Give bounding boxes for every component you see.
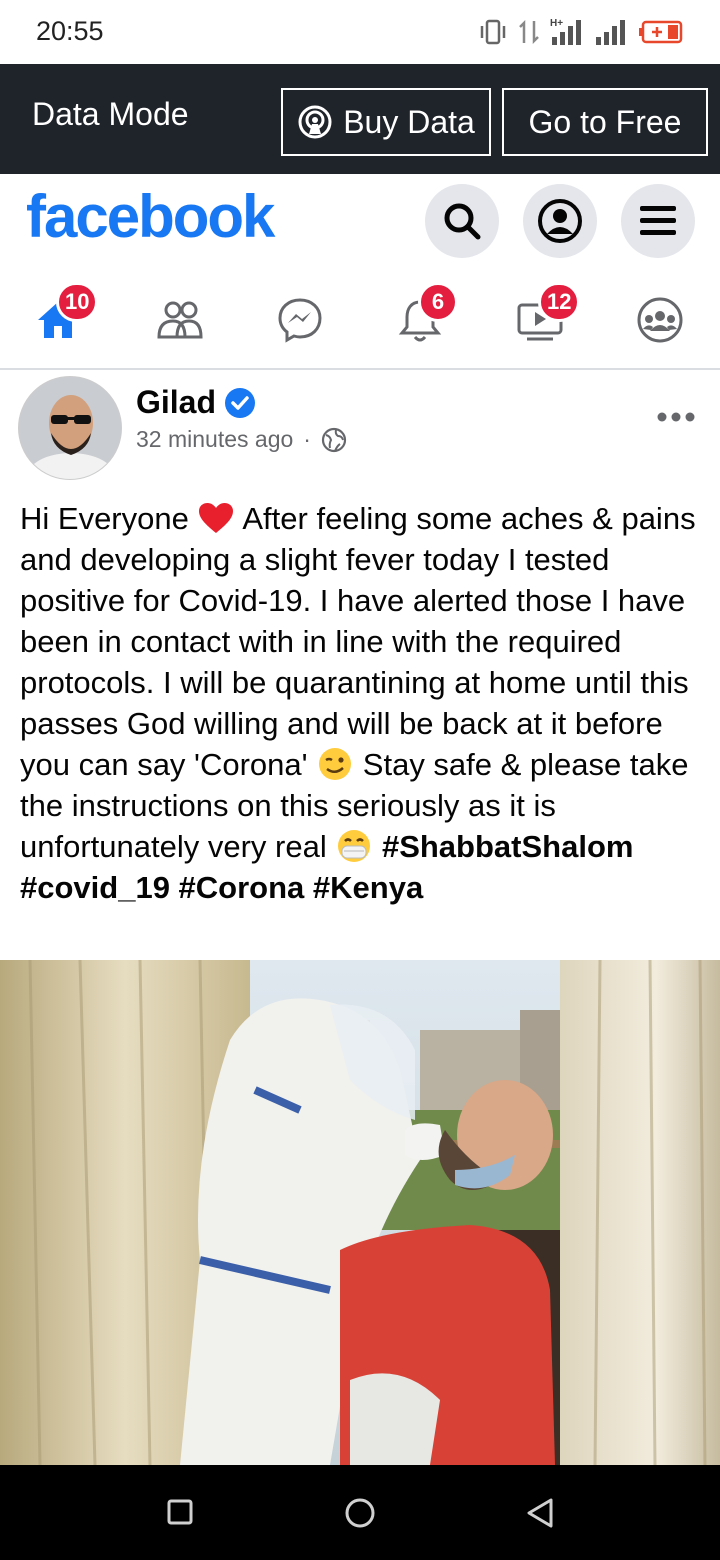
post-meta: 32 minutes ago · <box>136 426 347 453</box>
data-transfer-icon <box>519 19 539 45</box>
search-icon <box>444 203 481 240</box>
red-heart-emoji-icon <box>199 503 234 533</box>
svg-text:H+: H+ <box>550 18 563 29</box>
back-triangle-icon[interactable] <box>525 1497 555 1529</box>
profile-icon <box>538 199 582 243</box>
author-avatar[interactable] <box>18 376 122 480</box>
broadcast-icon <box>298 105 332 139</box>
post-timestamp[interactable]: 32 minutes ago <box>136 426 293 453</box>
messenger-icon <box>278 298 322 343</box>
menu-button[interactable] <box>621 184 695 258</box>
post-options-button[interactable] <box>656 394 696 431</box>
system-navigation-bar <box>0 1465 720 1560</box>
recent-apps-icon[interactable] <box>167 1499 193 1525</box>
groups-icon <box>637 297 683 343</box>
facebook-logo[interactable]: facebook <box>26 182 275 251</box>
notifications-badge: 6 <box>418 282 458 322</box>
author-name-row: Gilad <box>136 384 256 421</box>
tab-home[interactable]: 10 <box>28 282 99 350</box>
home-badge: 10 <box>56 282 99 322</box>
watch-badge: 12 <box>538 282 581 322</box>
buy-data-button[interactable]: Buy Data <box>281 88 491 156</box>
author-name[interactable]: Gilad <box>136 384 216 421</box>
status-icons: H+ <box>478 16 684 48</box>
post-photo[interactable] <box>0 960 720 1465</box>
post-photo-image <box>0 960 720 1465</box>
search-button[interactable] <box>425 184 499 258</box>
more-dots-icon <box>657 412 695 422</box>
vibrate-icon <box>480 19 506 45</box>
signal-h-plus-icon: H+ <box>550 18 581 45</box>
tab-friends[interactable] <box>150 290 210 350</box>
go-to-free-button[interactable]: Go to Free <box>502 88 708 156</box>
globe-icon <box>321 427 347 452</box>
hamburger-menu-icon <box>640 206 676 235</box>
avatar-image <box>19 377 121 479</box>
home-circle-icon[interactable] <box>344 1497 376 1529</box>
data-mode-label: Data Mode <box>32 96 189 132</box>
tab-messenger[interactable] <box>270 290 330 350</box>
battery-icon <box>639 20 683 44</box>
tab-groups[interactable] <box>630 290 690 350</box>
go-to-free-label: Go to Free <box>528 103 682 140</box>
tab-watch[interactable]: 12 <box>510 282 581 350</box>
status-bar: 20:55 H+ <box>0 0 720 64</box>
post-text-part-1: Hi Everyone <box>20 501 198 536</box>
friends-icon <box>157 301 203 339</box>
meta-separator: · <box>303 426 311 452</box>
profile-button[interactable] <box>523 184 597 258</box>
buy-data-label: Buy Data <box>343 103 475 140</box>
signal-icon <box>596 20 625 45</box>
post-body: Hi Everyone After feeling some aches & p… <box>20 498 710 908</box>
data-mode-bar: Data Mode Buy Data Go to Free <box>0 64 720 174</box>
post-header: Gilad 32 minutes ago · <box>0 372 720 492</box>
tab-notifications[interactable]: 6 <box>390 282 458 350</box>
post-text-part-2: After feeling some aches & pains and dev… <box>20 501 696 782</box>
app-header: facebook <box>0 174 720 270</box>
tab-bar: 10 6 12 <box>0 270 720 370</box>
face-with-mask-emoji-icon <box>338 830 371 862</box>
verified-badge-icon <box>225 387 256 418</box>
status-time: 20:55 <box>36 16 104 46</box>
winking-face-emoji-icon <box>319 748 352 780</box>
